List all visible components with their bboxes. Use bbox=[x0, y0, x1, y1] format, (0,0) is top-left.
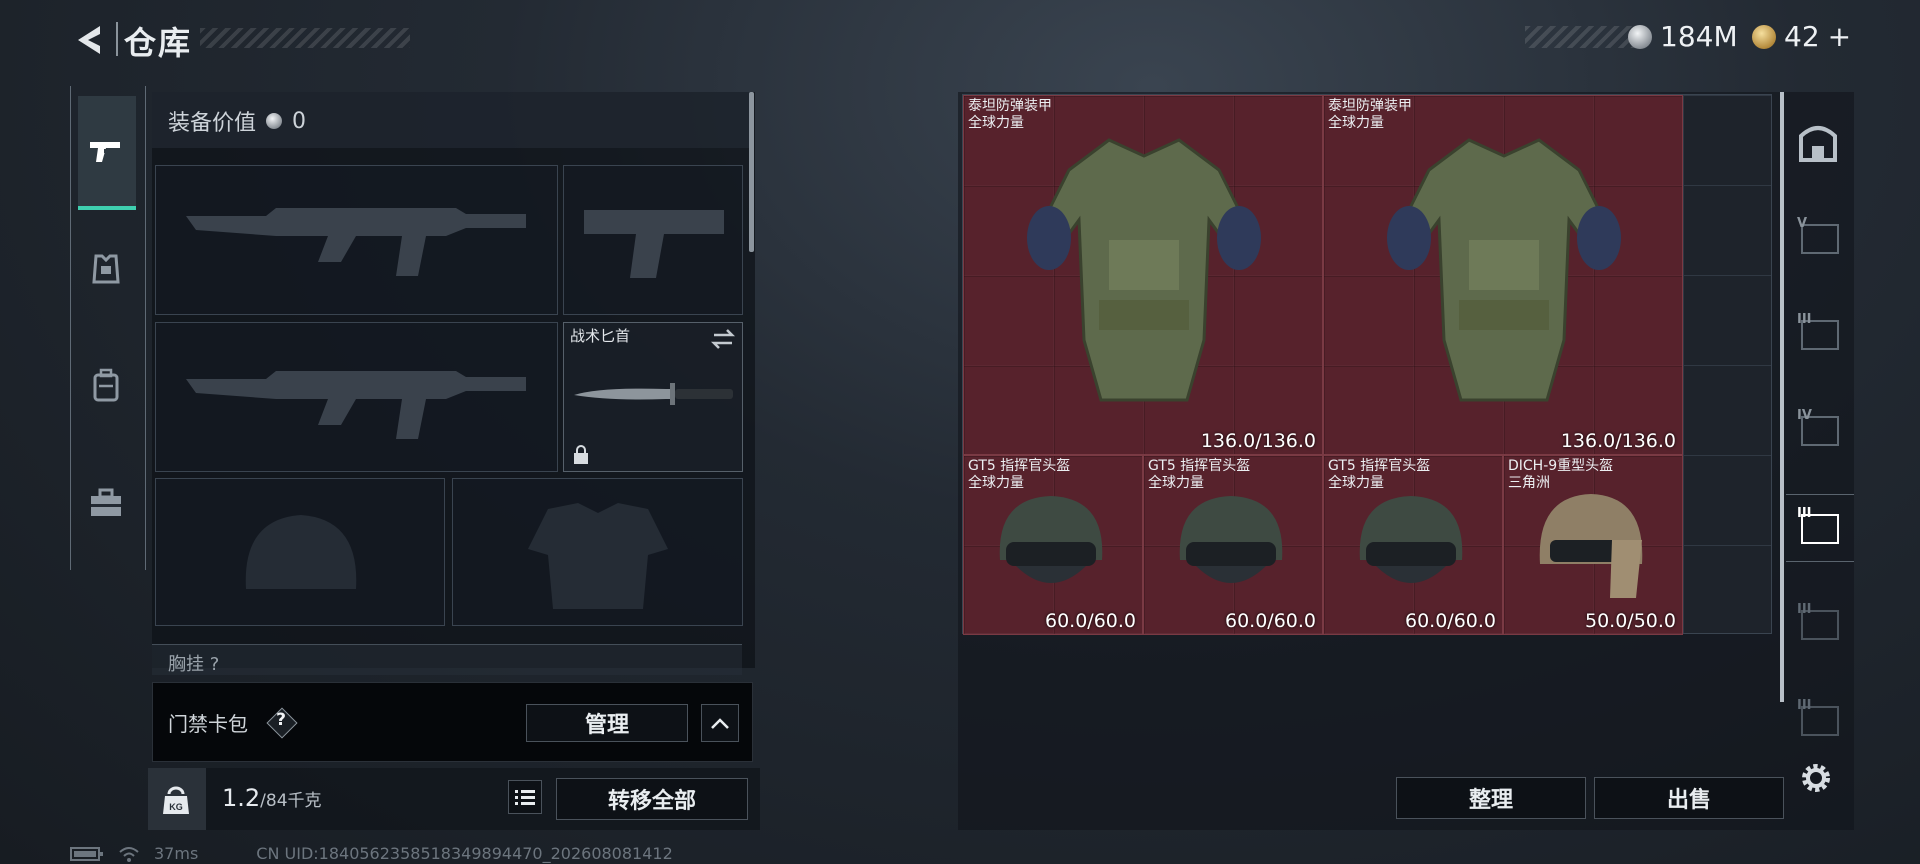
transfer-all-button[interactable]: 转移全部 bbox=[556, 778, 748, 820]
wifi-icon bbox=[119, 846, 139, 862]
currency-decoration bbox=[1525, 26, 1635, 48]
item-title: DICH-9重型头盔 bbox=[1508, 458, 1614, 474]
gold-currency[interactable]: 42 + bbox=[1752, 20, 1851, 53]
item-title: GT5 指挥官头盔 bbox=[1328, 458, 1431, 474]
list-view-button[interactable] bbox=[508, 780, 542, 814]
stash-page-tab-selected[interactable]: III bbox=[1795, 504, 1841, 550]
helmet-icon bbox=[999, 496, 1103, 583]
stash-page-tab[interactable]: III bbox=[1795, 310, 1841, 356]
stash-overview-icon[interactable] bbox=[1795, 120, 1841, 166]
chest-rig-name: 胸挂 bbox=[168, 654, 204, 675]
equipment-value: 装备价值 0 bbox=[168, 105, 306, 137]
stash-item-helmet[interactable]: GT5 指挥官头盔 全球力量 60.0/60.0 bbox=[1323, 455, 1503, 635]
body-armor-icon bbox=[1387, 138, 1621, 402]
stash-item-armor[interactable]: 泰坦防弹装甲 全球力量 136.0/136.0 bbox=[1323, 95, 1683, 455]
item-durability: 136.0/136.0 bbox=[1560, 430, 1676, 452]
manage-button[interactable]: 管理 bbox=[526, 704, 688, 742]
chest-rig-label: 胸挂 ? bbox=[168, 650, 219, 676]
equipment-value-label: 装备价值 bbox=[168, 111, 257, 136]
uid-text: CN UID:1840562358518349894470_2026080814… bbox=[256, 844, 673, 863]
armor-vest-icon[interactable] bbox=[86, 250, 126, 290]
pistol-icon[interactable] bbox=[86, 132, 126, 172]
sidearm-slot[interactable] bbox=[563, 165, 743, 315]
sell-button[interactable]: 出售 bbox=[1594, 777, 1784, 819]
title-decoration bbox=[200, 28, 410, 48]
help-glyph: ? bbox=[276, 710, 286, 730]
gold-coin-icon bbox=[1752, 24, 1776, 49]
collapse-button[interactable] bbox=[701, 704, 739, 742]
equipment-scrollbar[interactable] bbox=[749, 92, 754, 252]
stash-item-armor[interactable]: 泰坦防弹装甲 全球力量 136.0/136.0 bbox=[963, 95, 1323, 455]
stash-page-tab[interactable]: III bbox=[1795, 696, 1841, 742]
stash-item-helmet[interactable]: GT5 指挥官头盔 全球力量 60.0/60.0 bbox=[963, 455, 1143, 635]
pistol-silhouette-icon bbox=[584, 210, 724, 278]
helmet-slot[interactable] bbox=[155, 478, 445, 626]
body-armor-slot[interactable] bbox=[452, 478, 743, 626]
silver-currency: 184M bbox=[1628, 20, 1738, 53]
kettlebell-icon: KG bbox=[163, 786, 189, 814]
chest-rig-row[interactable] bbox=[152, 644, 742, 675]
armor-silhouette-icon bbox=[528, 503, 668, 609]
tab-numeral: III bbox=[1797, 602, 1812, 617]
back-arrow-icon[interactable] bbox=[70, 20, 110, 60]
primary-weapon-slot[interactable] bbox=[155, 165, 558, 315]
item-durability: 60.0/60.0 bbox=[1044, 610, 1136, 632]
stash-item-helmet[interactable]: GT5 指挥官头盔 全球力量 60.0/60.0 bbox=[1143, 455, 1323, 635]
weight-max: /84千克 bbox=[260, 791, 322, 811]
silver-coin-icon bbox=[266, 113, 283, 129]
card-pack-label: 门禁卡包 bbox=[168, 712, 248, 736]
status-bar: 37ms CN UID:1840562358518349894470_20260… bbox=[70, 844, 673, 863]
equipment-value-amount: 0 bbox=[292, 108, 307, 134]
helmet-icon bbox=[1359, 496, 1463, 583]
briefcase-icon[interactable] bbox=[86, 484, 126, 524]
page-title: 仓库 bbox=[124, 24, 193, 62]
rifle-silhouette-icon bbox=[186, 371, 526, 439]
helmet-icon bbox=[1179, 496, 1283, 583]
silver-coin-icon bbox=[1628, 24, 1652, 49]
heavy-helmet-icon bbox=[1539, 494, 1643, 598]
silver-amount: 184M bbox=[1660, 20, 1738, 53]
help-icon[interactable]: ? bbox=[266, 707, 298, 739]
stash-scrollbar[interactable] bbox=[1780, 92, 1784, 702]
backpack-icon[interactable] bbox=[86, 366, 126, 406]
weight-readout: 1.2/84千克 bbox=[222, 784, 322, 812]
sort-button[interactable]: 整理 bbox=[1396, 777, 1586, 819]
lock-icon bbox=[574, 445, 588, 464]
tab-numeral: V bbox=[1797, 216, 1808, 231]
weight-current: 1.2 bbox=[222, 784, 261, 812]
stash-page-tab[interactable]: V bbox=[1795, 214, 1841, 260]
item-durability: 60.0/60.0 bbox=[1404, 610, 1496, 632]
stash-page-tab[interactable]: III bbox=[1795, 600, 1841, 646]
item-durability: 136.0/136.0 bbox=[1200, 430, 1316, 452]
item-title: GT5 指挥官头盔 bbox=[1148, 458, 1251, 474]
svg-text:KG: KG bbox=[169, 802, 183, 812]
ping-value: 37ms bbox=[154, 844, 199, 863]
knife-icon bbox=[574, 383, 733, 405]
chest-rig-count: ? bbox=[209, 654, 220, 675]
tab-numeral: III bbox=[1797, 506, 1812, 521]
melee-slot[interactable]: 战术匕首 bbox=[563, 322, 743, 472]
melee-label: 战术匕首 bbox=[570, 327, 631, 345]
tab-numeral: III bbox=[1797, 698, 1812, 713]
tab-numeral: IV bbox=[1797, 408, 1812, 423]
body-armor-icon bbox=[1027, 138, 1261, 402]
item-durability: 50.0/50.0 bbox=[1584, 610, 1676, 632]
item-title: GT5 指挥官头盔 bbox=[968, 458, 1071, 474]
gold-amount: 42 bbox=[1784, 20, 1820, 53]
helmet-silhouette-icon bbox=[245, 515, 357, 589]
chevron-up-icon bbox=[711, 718, 729, 729]
stash-page-tab[interactable]: IV bbox=[1795, 406, 1841, 452]
secondary-weapon-slot[interactable] bbox=[155, 322, 558, 472]
list-icon bbox=[515, 790, 535, 805]
battery-icon bbox=[70, 846, 103, 861]
stash-item-helmet[interactable]: DICH-9重型头盔 三角洲 50.0/50.0 bbox=[1503, 455, 1683, 635]
swap-icon[interactable] bbox=[710, 327, 736, 351]
gear-icon[interactable] bbox=[1798, 760, 1834, 796]
rifle-silhouette-icon bbox=[186, 208, 526, 276]
title-divider bbox=[116, 22, 118, 56]
add-currency-button[interactable]: + bbox=[1828, 20, 1851, 53]
item-durability: 60.0/60.0 bbox=[1224, 610, 1316, 632]
tab-numeral: III bbox=[1797, 312, 1812, 327]
